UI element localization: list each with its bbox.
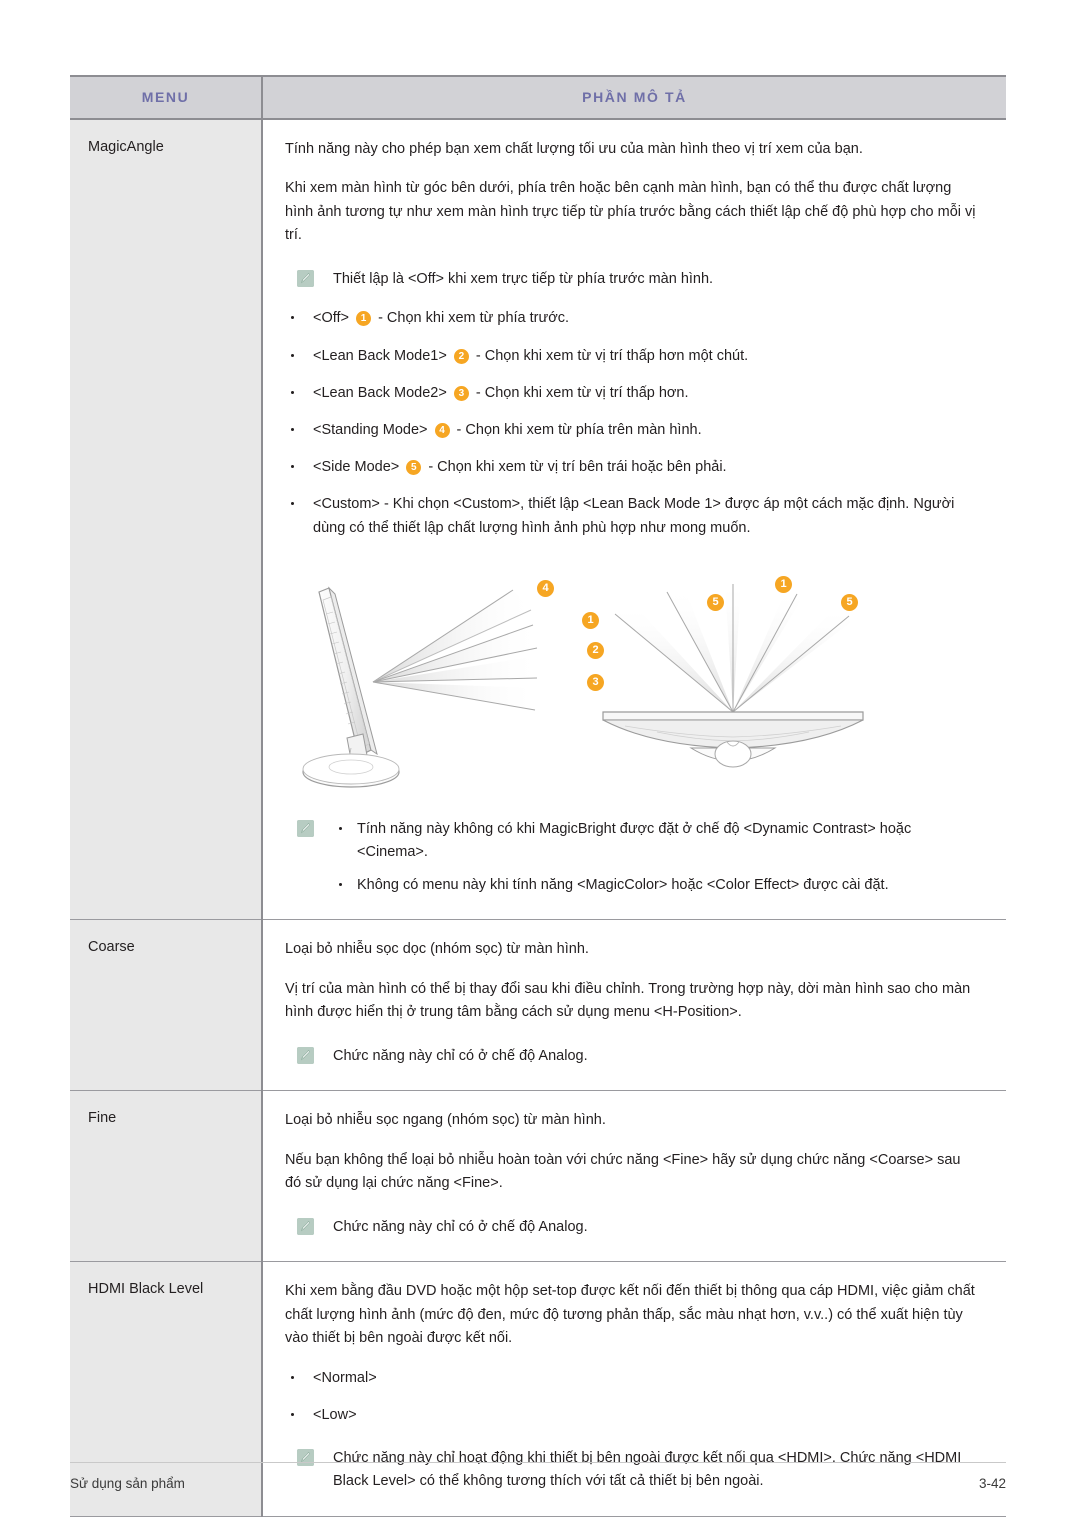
figure-badge-1-top: 1 bbox=[775, 575, 792, 593]
paragraph: Tính năng này cho phép bạn xem chất lượn… bbox=[285, 141, 863, 157]
option-desc: - Chọn khi xem từ phía trên màn hình. bbox=[456, 421, 702, 438]
bullet-dot bbox=[291, 316, 294, 320]
option-label: <Side Mode> bbox=[313, 459, 400, 476]
list-item: <Off> 1 - Chọn khi xem từ phía trước. bbox=[285, 307, 980, 330]
list-item: <Lean Back Mode2> 3 - Chọn khi xem từ vị… bbox=[285, 382, 980, 405]
top-view-monitor bbox=[602, 583, 864, 768]
option-label: <Standing Mode> bbox=[313, 421, 428, 438]
list-item: Không có menu này khi tính năng <MagicCo… bbox=[333, 874, 980, 897]
note-text: Thiết lập là <Off> khi xem trực tiếp từ … bbox=[333, 270, 714, 287]
note-block: Chức năng này chỉ có ở chế độ Analog. bbox=[285, 1045, 980, 1068]
document-page: MENU PHẦN MÔ TẢ MagicAngle Tính năng này… bbox=[0, 0, 1080, 1527]
list-item: <Low> bbox=[285, 1404, 980, 1427]
column-header-menu: MENU bbox=[70, 75, 263, 120]
paragraph: Loại bỏ nhiễu sọc dọc (nhóm sọc) từ màn … bbox=[285, 941, 589, 958]
figure-badge-1: 1 bbox=[582, 611, 599, 629]
list-item: <Custom> - Khi chọn <Custom>, thiết lập … bbox=[285, 493, 980, 539]
bullet-dot bbox=[291, 1375, 294, 1379]
figure-badge-5-left: 5 bbox=[707, 593, 724, 611]
table-header-row: MENU PHẦN MÔ TẢ bbox=[70, 75, 1006, 120]
note-block: Chức năng này chỉ có ở chế độ Analog. bbox=[285, 1216, 980, 1239]
note-text: Tính năng này không có khi MagicBright đ… bbox=[357, 820, 912, 860]
number-badge: 3 bbox=[453, 385, 469, 401]
list-item: <Lean Back Mode1> 2 - Chọn khi xem từ vị… bbox=[285, 345, 980, 368]
note-text: Chức năng này chỉ có ở chế độ Analog. bbox=[333, 1047, 588, 1064]
option-desc: - Chọn khi xem từ phía trước. bbox=[378, 310, 569, 327]
figure-badge-4: 4 bbox=[537, 579, 554, 597]
list-item: <Normal> bbox=[285, 1367, 980, 1390]
description-cell: Tính năng này cho phép bạn xem chất lượn… bbox=[262, 119, 1006, 921]
paragraph: Loại bỏ nhiễu sọc ngang (nhóm sọc) từ mà… bbox=[285, 1112, 606, 1129]
viewing-angle-figure: 4 1 2 3 5 1 5 bbox=[285, 570, 980, 798]
paragraph: Khi xem màn hình từ góc bên dưới, phía t… bbox=[285, 180, 976, 244]
bullet-dot bbox=[339, 883, 342, 887]
table-row: Fine Loại bỏ nhiễu sọc ngang (nhóm sọc) … bbox=[70, 1090, 1006, 1263]
menu-name-cell: MagicAngle bbox=[70, 119, 263, 921]
side-view-monitor bbox=[302, 586, 538, 788]
description-cell: Loại bỏ nhiễu sọc dọc (nhóm sọc) từ màn … bbox=[262, 919, 1006, 1092]
magicangle-option-list: <Off> 1 - Chọn khi xem từ phía trước. <L… bbox=[285, 307, 980, 539]
settings-table: MENU PHẦN MÔ TẢ MagicAngle Tính năng này… bbox=[70, 75, 1006, 1517]
option-label: <Low> bbox=[313, 1406, 357, 1423]
note-text: Không có menu này khi tính năng <MagicCo… bbox=[357, 877, 889, 894]
note-pencil-icon bbox=[297, 1046, 314, 1064]
figure-badge-5-right: 5 bbox=[841, 593, 858, 611]
bullet-dot bbox=[291, 390, 294, 394]
option-label: <Lean Back Mode1> bbox=[313, 347, 447, 364]
note-bullet-list: Tính năng này không có khi MagicBright đ… bbox=[333, 818, 980, 898]
footer-page-number: 3-42 bbox=[978, 1476, 1006, 1491]
number-badge: 5 bbox=[406, 460, 422, 476]
option-label: <Normal> bbox=[313, 1369, 377, 1386]
description-cell: Loại bỏ nhiễu sọc ngang (nhóm sọc) từ mà… bbox=[262, 1090, 1006, 1263]
bullet-dot bbox=[339, 826, 342, 830]
paragraph: Khi xem bằng đầu DVD hoặc một hộp set-to… bbox=[285, 1283, 975, 1347]
paragraph: Vị trí của màn hình có thể bị thay đổi s… bbox=[285, 980, 971, 1021]
column-header-description: PHẦN MÔ TẢ bbox=[262, 75, 1006, 120]
bullet-dot bbox=[291, 502, 294, 506]
list-item: Tính năng này không có khi MagicBright đ… bbox=[333, 818, 980, 864]
note-block: Thiết lập là <Off> khi xem trực tiếp từ … bbox=[285, 268, 980, 291]
option-label: <Lean Back Mode2> bbox=[313, 384, 447, 401]
number-badge: 1 bbox=[356, 311, 372, 327]
paragraph: Nếu bạn không thể loại bỏ nhiễu hoàn toà… bbox=[285, 1151, 961, 1192]
note-text: Chức năng này chỉ có ở chế độ Analog. bbox=[333, 1218, 588, 1235]
page-footer: Sử dụng sản phẩm 3-42 bbox=[70, 1462, 1006, 1491]
menu-name-cell: Fine bbox=[70, 1090, 263, 1263]
option-desc: - Khi chọn <Custom>, thiết lập <Lean Bac… bbox=[313, 496, 955, 536]
note-pencil-icon bbox=[297, 1217, 314, 1235]
note-block: Tính năng này không có khi MagicBright đ… bbox=[285, 818, 980, 898]
number-badge: 2 bbox=[453, 348, 469, 364]
option-desc: - Chọn khi xem từ vị trí bên trái hoặc b… bbox=[428, 459, 727, 476]
bullet-dot bbox=[291, 1412, 294, 1416]
footer-section-title: Sử dụng sản phẩm bbox=[70, 1476, 185, 1491]
note-pencil-icon bbox=[297, 269, 314, 287]
table-row: Coarse Loại bỏ nhiễu sọc dọc (nhóm sọc) … bbox=[70, 919, 1006, 1092]
hdmi-option-list: <Normal> <Low> bbox=[285, 1367, 980, 1427]
option-label: <Off> bbox=[313, 310, 350, 327]
option-desc: - Chọn khi xem từ vị trí thấp hơn một ch… bbox=[475, 347, 749, 364]
list-item: <Side Mode> 5 - Chọn khi xem từ vị trí b… bbox=[285, 456, 980, 479]
menu-name-cell: Coarse bbox=[70, 919, 263, 1092]
note-pencil-icon bbox=[297, 819, 314, 837]
bullet-dot bbox=[291, 465, 294, 469]
bullet-dot bbox=[291, 427, 294, 431]
option-desc: - Chọn khi xem từ vị trí thấp hơn. bbox=[475, 384, 689, 401]
number-badge: 4 bbox=[434, 422, 450, 438]
list-item: <Standing Mode> 4 - Chọn khi xem từ phía… bbox=[285, 419, 980, 442]
figure-badge-3: 3 bbox=[587, 673, 604, 691]
table-row: MagicAngle Tính năng này cho phép bạn xe… bbox=[70, 119, 1006, 921]
option-label: <Custom> bbox=[313, 496, 380, 513]
monitor-angle-illustration bbox=[302, 583, 864, 788]
bullet-dot bbox=[291, 353, 294, 357]
figure-badge-2: 2 bbox=[587, 641, 604, 659]
